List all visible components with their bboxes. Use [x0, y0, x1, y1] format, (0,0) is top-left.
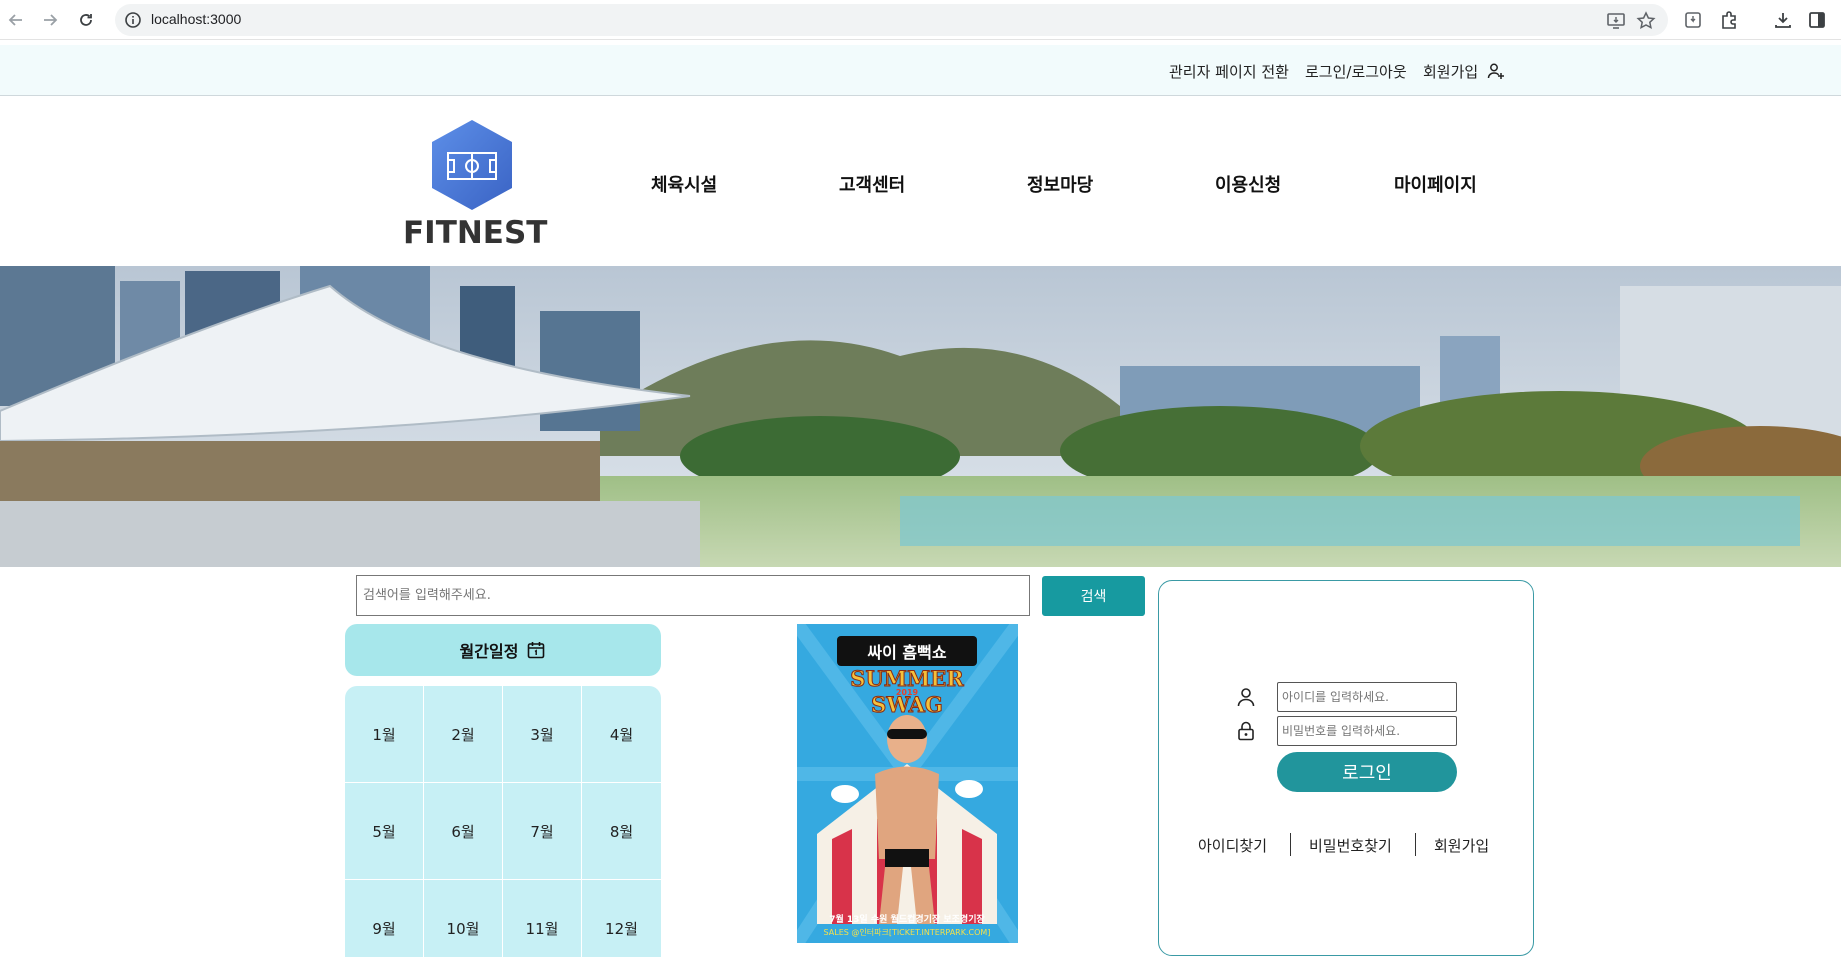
user-icon	[1237, 688, 1255, 707]
user-plus-icon[interactable]	[1487, 62, 1505, 80]
id-input[interactable]	[1277, 682, 1457, 712]
password-input[interactable]	[1277, 716, 1457, 746]
hero-banner	[0, 266, 1841, 567]
month-cell-4[interactable]: 4월	[582, 686, 661, 783]
nav-item-info[interactable]: 정보마당	[1027, 171, 1093, 197]
nav-item-customer-center[interactable]: 고객센터	[839, 171, 905, 197]
login-logout-link[interactable]: 로그인/로그아웃	[1305, 61, 1407, 82]
poster-title-swag: SWAG	[871, 692, 943, 717]
month-cell-5[interactable]: 5월	[345, 783, 424, 880]
address-bar[interactable]: localhost:3000	[115, 4, 1668, 36]
nav-item-mypage[interactable]: 마이페이지	[1394, 171, 1477, 197]
login-button[interactable]: 로그인	[1277, 752, 1457, 792]
month-cell-2[interactable]: 2월	[424, 686, 503, 783]
poster-title-top: 싸이 흠뻑쇼	[867, 643, 946, 662]
admin-switch-link[interactable]: 관리자 페이지 전환	[1169, 61, 1289, 82]
month-cell-11[interactable]: 11월	[503, 880, 582, 957]
info-icon[interactable]	[123, 10, 143, 30]
lock-icon	[1238, 721, 1254, 741]
poster-footer-line2: SALES @인터파크[TICKET.INTERPARK.COM]	[824, 927, 991, 937]
login-signup-link[interactable]: 회원가입	[1434, 835, 1489, 856]
download-icon[interactable]	[1772, 9, 1794, 31]
find-id-link[interactable]: 아이디찾기	[1198, 835, 1267, 856]
browser-toolbar: localhost:3000	[0, 0, 1841, 40]
month-cell-9[interactable]: 9월	[345, 880, 424, 957]
extension-icon[interactable]	[1682, 9, 1704, 31]
sidebar-icon[interactable]	[1806, 9, 1828, 31]
url-text[interactable]: localhost:3000	[151, 11, 241, 27]
reload-icon[interactable]	[74, 8, 98, 32]
month-cell-8[interactable]: 8월	[582, 783, 661, 880]
nav-item-apply[interactable]: 이용신청	[1215, 171, 1281, 197]
search-button[interactable]: 검색	[1042, 576, 1145, 616]
monthly-schedule-header[interactable]: 월간일정	[345, 624, 661, 676]
utility-bar	[0, 45, 1841, 96]
month-cell-3[interactable]: 3월	[503, 686, 582, 783]
find-password-link[interactable]: 비밀번호찾기	[1309, 835, 1392, 856]
calendar-icon	[528, 642, 545, 659]
divider	[1415, 833, 1416, 856]
search-input[interactable]	[356, 575, 1030, 616]
signup-link[interactable]: 회원가입	[1423, 61, 1478, 82]
month-cell-10[interactable]: 10월	[424, 880, 503, 957]
hero-image	[0, 266, 1841, 567]
event-poster[interactable]: 싸이 흠뻑쇼 SUMMER 2019 SWAG 7월 13일 수원 월드컵경기장…	[797, 624, 1018, 943]
back-arrow-icon[interactable]	[4, 8, 28, 32]
puzzle-icon[interactable]	[1718, 9, 1740, 31]
nav-item-facilities[interactable]: 체육시설	[651, 171, 717, 197]
forward-arrow-icon[interactable]	[38, 8, 62, 32]
month-cell-6[interactable]: 6월	[424, 783, 503, 880]
month-cell-1[interactable]: 1월	[345, 686, 424, 783]
install-icon[interactable]	[1605, 10, 1627, 32]
month-grid: 1월 2월 3월 4월 5월 6월 7월 8월 9월 10월 11월 12월	[345, 686, 661, 957]
divider	[1290, 833, 1291, 856]
logo-text[interactable]: FITNEST	[403, 215, 547, 251]
monthly-schedule-title: 월간일정	[459, 642, 519, 661]
month-cell-7[interactable]: 7월	[503, 783, 582, 880]
star-icon[interactable]	[1635, 10, 1657, 32]
month-cell-12[interactable]: 12월	[582, 880, 661, 957]
poster-footer-line1: 7월 13일 수원 월드컵경기장 보조경기장	[829, 913, 985, 925]
